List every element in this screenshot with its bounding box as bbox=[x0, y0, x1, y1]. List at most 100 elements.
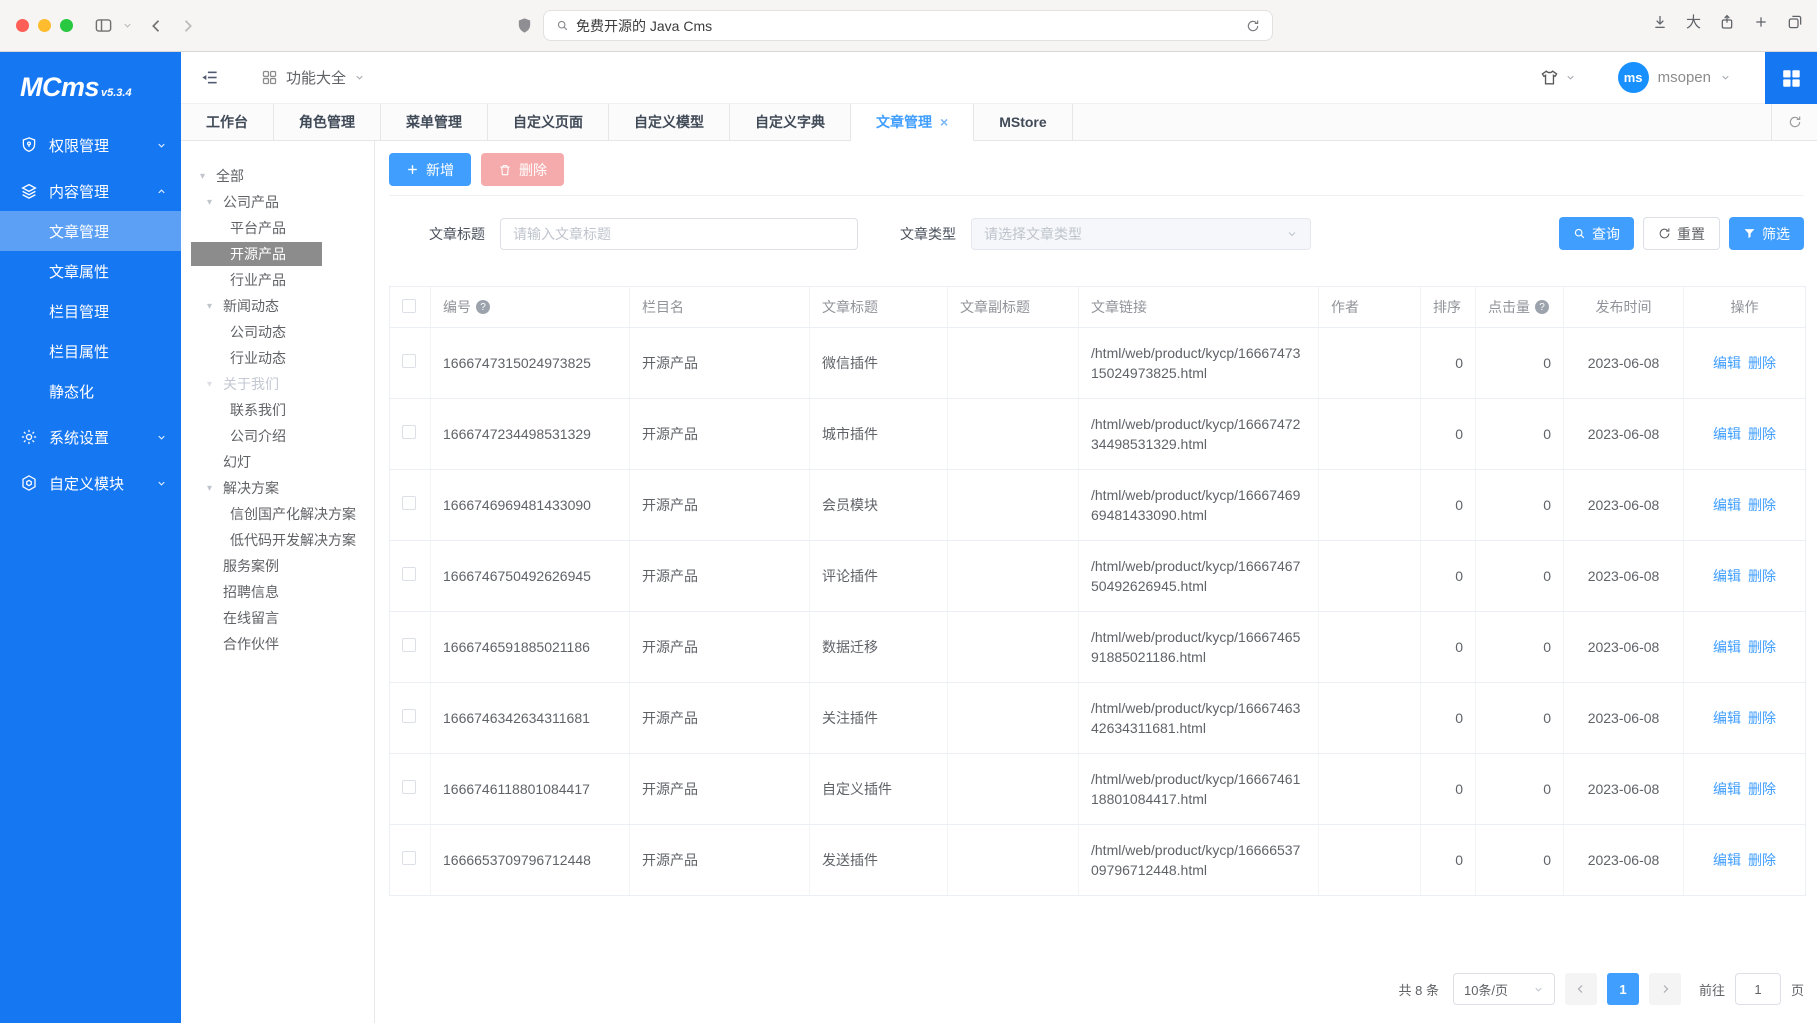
tree-expand-icon[interactable]: ▾ bbox=[207, 301, 221, 312]
tree-node-新闻动态[interactable]: ▾新闻动态 bbox=[181, 293, 374, 319]
add-button[interactable]: 新增 bbox=[389, 153, 471, 186]
row-action-编辑[interactable]: 编辑 bbox=[1713, 852, 1741, 868]
sidebar-subitem-文章管理[interactable]: 文章管理 bbox=[0, 211, 181, 251]
row-checkbox[interactable] bbox=[402, 638, 416, 652]
window-minimize-button[interactable] bbox=[38, 19, 51, 32]
tab-自定义字典[interactable]: 自定义字典 bbox=[730, 104, 851, 140]
tree-node-低代码开发解决方案[interactable]: 低代码开发解决方案 bbox=[181, 527, 374, 553]
filter-button[interactable]: 筛选 bbox=[1729, 217, 1804, 250]
row-checkbox[interactable] bbox=[402, 780, 416, 794]
row-action-删除[interactable]: 删除 bbox=[1748, 497, 1776, 513]
type-filter-select[interactable]: 请选择文章类型 bbox=[971, 218, 1311, 250]
tree-node-服务案例[interactable]: 服务案例 bbox=[181, 553, 374, 579]
tree-expand-icon[interactable]: ▾ bbox=[207, 197, 221, 208]
downloads-icon[interactable] bbox=[1652, 14, 1668, 30]
privacy-shield-icon[interactable] bbox=[516, 17, 533, 34]
sidebar-subitem-文章属性[interactable]: 文章属性 bbox=[0, 251, 181, 291]
row-action-编辑[interactable]: 编辑 bbox=[1713, 710, 1741, 726]
new-tab-icon[interactable] bbox=[1753, 14, 1769, 30]
row-action-删除[interactable]: 删除 bbox=[1748, 568, 1776, 584]
delete-button[interactable]: 删除 bbox=[481, 153, 564, 186]
next-page-button[interactable] bbox=[1649, 973, 1681, 1005]
address-bar[interactable]: 免费开源的 Java Cms bbox=[543, 10, 1273, 41]
menu-collapse-icon[interactable] bbox=[200, 68, 219, 87]
tab-MStore[interactable]: MStore bbox=[974, 104, 1072, 140]
row-action-删除[interactable]: 删除 bbox=[1748, 355, 1776, 371]
row-action-编辑[interactable]: 编辑 bbox=[1713, 497, 1741, 513]
app-nav-menu[interactable]: 功能大全 bbox=[261, 67, 365, 88]
sidebar-subitem-栏目属性[interactable]: 栏目属性 bbox=[0, 331, 181, 371]
row-action-删除[interactable]: 删除 bbox=[1748, 781, 1776, 797]
help-icon[interactable]: ? bbox=[1535, 300, 1549, 314]
select-all-checkbox[interactable] bbox=[402, 299, 416, 313]
window-zoom-button[interactable] bbox=[60, 19, 73, 32]
row-action-删除[interactable]: 删除 bbox=[1748, 426, 1776, 442]
tree-node-解决方案[interactable]: ▾解决方案 bbox=[181, 475, 374, 501]
tree-node-开源产品[interactable]: 开源产品 bbox=[181, 241, 374, 267]
tab-文章管理[interactable]: 文章管理× bbox=[851, 104, 974, 141]
row-action-编辑[interactable]: 编辑 bbox=[1713, 426, 1741, 442]
tab-菜单管理[interactable]: 菜单管理 bbox=[381, 104, 488, 140]
browser-sidebar-toggle-icon[interactable] bbox=[88, 12, 118, 40]
tab-工作台[interactable]: 工作台 bbox=[181, 104, 274, 140]
browser-sidebar-chevron-icon[interactable] bbox=[118, 12, 136, 40]
row-action-编辑[interactable]: 编辑 bbox=[1713, 355, 1741, 371]
row-checkbox[interactable] bbox=[402, 496, 416, 510]
tree-expand-icon[interactable]: ▾ bbox=[207, 379, 221, 390]
tree-node-公司动态[interactable]: 公司动态 bbox=[181, 319, 374, 345]
theme-skin-menu[interactable] bbox=[1540, 68, 1576, 87]
tree-node-信创国产化解决方案[interactable]: 信创国产化解决方案 bbox=[181, 501, 374, 527]
tree-node-行业产品[interactable]: 行业产品 bbox=[181, 267, 374, 293]
browser-forward-button[interactable] bbox=[172, 12, 202, 40]
tree-node-公司介绍[interactable]: 公司介绍 bbox=[181, 423, 374, 449]
row-action-删除[interactable]: 删除 bbox=[1748, 639, 1776, 655]
user-menu[interactable]: ms msopen bbox=[1618, 62, 1731, 93]
row-action-编辑[interactable]: 编辑 bbox=[1713, 568, 1741, 584]
row-action-编辑[interactable]: 编辑 bbox=[1713, 639, 1741, 655]
tree-node-公司产品[interactable]: ▾公司产品 bbox=[181, 189, 374, 215]
tab-自定义页面[interactable]: 自定义页面 bbox=[488, 104, 609, 140]
tree-node-幻灯[interactable]: 幻灯 bbox=[181, 449, 374, 475]
help-icon[interactable]: ? bbox=[476, 300, 490, 314]
tree-expand-icon[interactable]: ▾ bbox=[207, 483, 221, 494]
row-checkbox[interactable] bbox=[402, 709, 416, 723]
page-number-button[interactable]: 1 bbox=[1607, 973, 1639, 1005]
tree-node-平台产品[interactable]: 平台产品 bbox=[181, 215, 374, 241]
prev-page-button[interactable] bbox=[1565, 973, 1597, 1005]
row-action-编辑[interactable]: 编辑 bbox=[1713, 781, 1741, 797]
row-checkbox[interactable] bbox=[402, 425, 416, 439]
row-checkbox[interactable] bbox=[402, 354, 416, 368]
row-checkbox[interactable] bbox=[402, 851, 416, 865]
reload-icon[interactable] bbox=[1246, 19, 1260, 33]
apps-grid-button[interactable] bbox=[1765, 52, 1817, 104]
sidebar-item-权限管理[interactable]: 权限管理 bbox=[0, 125, 181, 165]
row-action-删除[interactable]: 删除 bbox=[1748, 710, 1776, 726]
browser-back-button[interactable] bbox=[142, 12, 172, 40]
tree-node-行业动态[interactable]: 行业动态 bbox=[181, 345, 374, 371]
row-checkbox[interactable] bbox=[402, 567, 416, 581]
tree-node-招聘信息[interactable]: 招聘信息 bbox=[181, 579, 374, 605]
sidebar-subitem-栏目管理[interactable]: 栏目管理 bbox=[0, 291, 181, 331]
title-filter-input[interactable] bbox=[500, 218, 858, 250]
row-action-删除[interactable]: 删除 bbox=[1748, 852, 1776, 868]
tab-角色管理[interactable]: 角色管理 bbox=[274, 104, 381, 140]
sidebar-subitem-静态化[interactable]: 静态化 bbox=[0, 371, 181, 411]
tree-node-全部[interactable]: ▾全部 bbox=[181, 163, 374, 189]
search-button[interactable]: 查询 bbox=[1559, 217, 1634, 250]
share-icon[interactable] bbox=[1719, 14, 1735, 30]
tree-node-联系我们[interactable]: 联系我们 bbox=[181, 397, 374, 423]
tab-自定义模型[interactable]: 自定义模型 bbox=[609, 104, 730, 140]
page-size-select[interactable]: 10条/页 bbox=[1453, 973, 1555, 1005]
sidebar-item-自定义模块[interactable]: 自定义模块 bbox=[0, 463, 181, 503]
window-close-button[interactable] bbox=[16, 19, 29, 32]
tree-node-在线留言[interactable]: 在线留言 bbox=[181, 605, 374, 631]
tab-overview-icon[interactable] bbox=[1787, 14, 1803, 30]
tab-refresh-icon[interactable] bbox=[1771, 104, 1817, 140]
sidebar-item-内容管理[interactable]: 内容管理 bbox=[0, 171, 181, 211]
tab-close-icon[interactable]: × bbox=[940, 115, 948, 129]
sidebar-item-系统设置[interactable]: 系统设置 bbox=[0, 417, 181, 457]
text-size-icon[interactable]: 大 bbox=[1686, 11, 1701, 32]
goto-page-input[interactable] bbox=[1735, 973, 1781, 1005]
tree-expand-icon[interactable]: ▾ bbox=[200, 171, 214, 182]
tree-node-关于我们[interactable]: ▾关于我们 bbox=[181, 371, 374, 397]
